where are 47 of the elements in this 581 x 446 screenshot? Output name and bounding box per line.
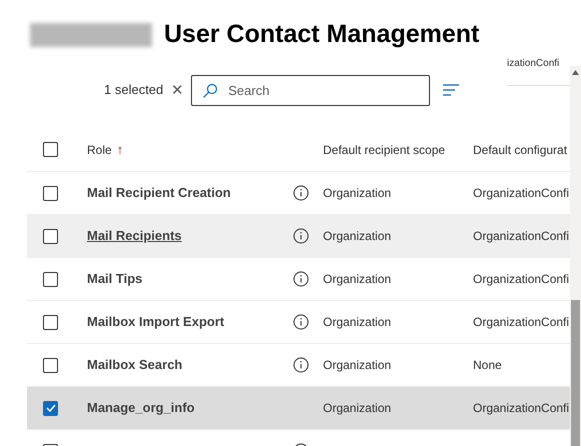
info-icon[interactable] bbox=[293, 271, 309, 287]
panel-text: izationConfi bbox=[507, 58, 560, 70]
scrollbar-thumb[interactable] bbox=[571, 300, 580, 446]
table-cell: OrganizationConfi bbox=[473, 229, 570, 243]
role-name[interactable]: Manage_org_info bbox=[87, 400, 195, 415]
search-field[interactable]: Search bbox=[191, 74, 430, 106]
selection-count: 1 selected bbox=[104, 81, 164, 100]
checkbox[interactable] bbox=[43, 142, 58, 157]
table-row[interactable]: Mail Recipients Organization OrganizationConfi bbox=[27, 215, 570, 258]
info-icon[interactable] bbox=[293, 357, 309, 373]
column-header[interactable]: Default recipient scope bbox=[323, 142, 446, 156]
sort-arrow-icon: ↑ bbox=[116, 140, 124, 160]
table-cell: None bbox=[473, 358, 502, 372]
table-cell: Organization bbox=[323, 401, 392, 415]
table-cell: Organization bbox=[323, 358, 392, 372]
role-name[interactable]: Mailbox Import Export bbox=[87, 314, 224, 329]
page-title: User Contact Management bbox=[164, 19, 480, 50]
checkmark-icon bbox=[46, 404, 56, 412]
table-cell: OrganizationConfi bbox=[473, 186, 570, 200]
checkbox[interactable] bbox=[43, 272, 58, 286]
search-icon bbox=[202, 82, 218, 98]
table-cell: OrganizationConfi bbox=[473, 315, 570, 329]
scrollbar[interactable] bbox=[570, 66, 581, 446]
info-icon[interactable] bbox=[293, 185, 309, 201]
table-cell: Organization bbox=[323, 272, 392, 286]
column-header[interactable]: Default configurat bbox=[473, 142, 568, 156]
checkbox[interactable] bbox=[43, 358, 58, 372]
checkbox[interactable] bbox=[43, 314, 58, 330]
checkbox[interactable] bbox=[43, 228, 58, 244]
role-name[interactable]: Mail Tips bbox=[87, 271, 142, 286]
column-header[interactable]: Role bbox=[87, 140, 112, 158]
table-cell: Organization bbox=[323, 315, 392, 329]
checkbox[interactable] bbox=[43, 186, 58, 200]
table-cell: OrganizationConfi bbox=[473, 401, 570, 415]
table-row[interactable]: Manage_org_info Organization OrganizationConfi bbox=[27, 387, 570, 430]
table-cell: OrganizationConfi bbox=[473, 272, 570, 286]
role-name[interactable]: Mailbox Search bbox=[87, 357, 182, 372]
role-name[interactable]: Mail Recipient Creation bbox=[87, 185, 231, 200]
role-name[interactable]: Mail Recipients bbox=[87, 228, 182, 243]
table-cell: Organization bbox=[323, 186, 392, 200]
filter-icon[interactable] bbox=[443, 84, 460, 96]
clear-selection-button[interactable]: ✕ bbox=[169, 82, 186, 98]
info-icon[interactable] bbox=[293, 314, 309, 330]
checkbox[interactable] bbox=[43, 400, 58, 416]
scroll-up-icon[interactable] bbox=[572, 70, 579, 75]
table-cell: Organization bbox=[323, 229, 392, 243]
info-icon[interactable] bbox=[293, 228, 309, 244]
